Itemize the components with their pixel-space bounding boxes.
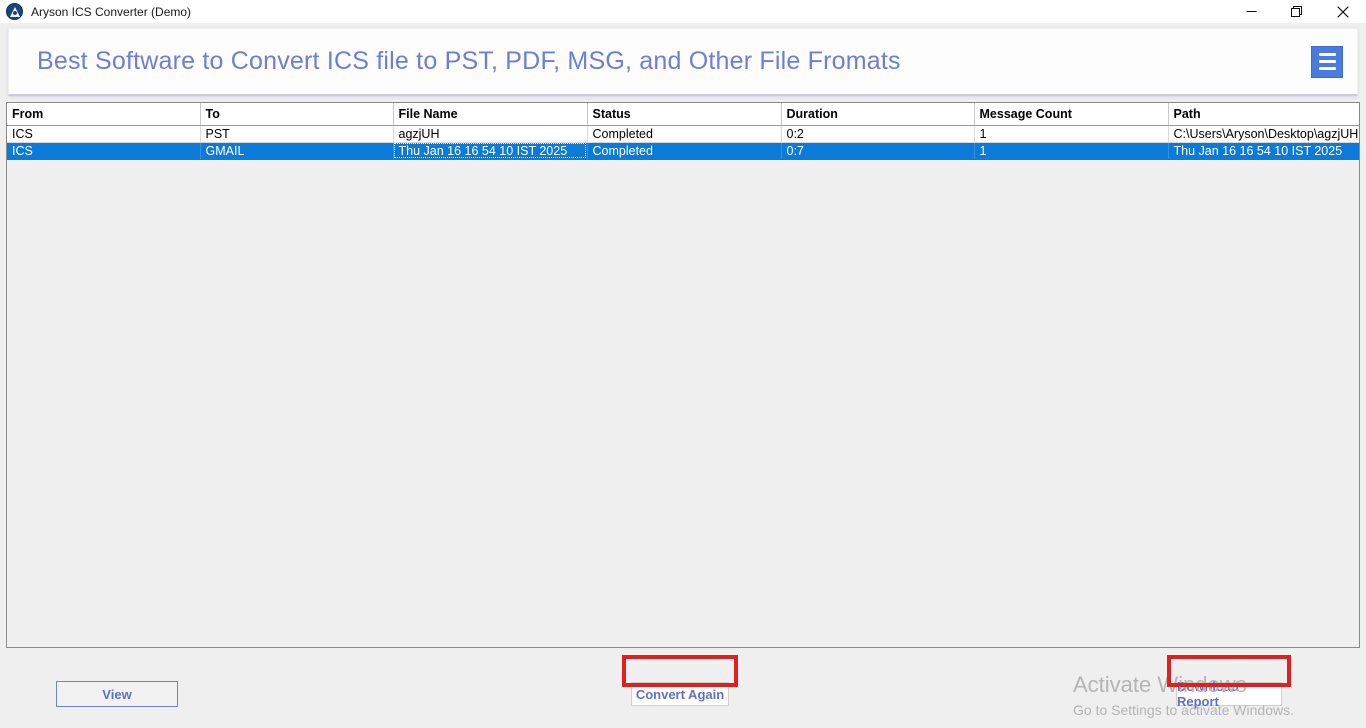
column-header-duration[interactable]: Duration bbox=[781, 103, 975, 126]
column-header-from[interactable]: From bbox=[7, 103, 201, 126]
column-header-to[interactable]: To bbox=[200, 103, 394, 126]
cell-status: Completed bbox=[587, 125, 782, 143]
window-titlebar: Aryson ICS Converter (Demo) bbox=[0, 0, 1366, 23]
cell-from: ICS bbox=[7, 142, 201, 160]
aryson-logo-icon bbox=[6, 3, 23, 20]
grid-empty-area bbox=[7, 159, 1359, 647]
cell-file-name: agzjUH bbox=[393, 125, 588, 143]
cell-path: Thu Jan 16 16 54 10 IST 2025 bbox=[1168, 142, 1359, 160]
column-header-file-name[interactable]: File Name bbox=[393, 103, 588, 126]
column-header-path[interactable]: Path bbox=[1168, 103, 1359, 126]
close-icon[interactable] bbox=[1320, 0, 1366, 23]
column-header-status[interactable]: Status bbox=[587, 103, 782, 126]
page-title: Best Software to Convert ICS file to PST… bbox=[37, 47, 901, 75]
results-table: From To File Name Status Duration Messag… bbox=[7, 103, 1359, 160]
hamburger-line bbox=[1318, 60, 1336, 63]
cell-duration: 0:2 bbox=[781, 125, 975, 143]
restore-icon[interactable] bbox=[1274, 0, 1320, 23]
cell-message-count: 1 bbox=[974, 142, 1169, 160]
titlebar-left-group: Aryson ICS Converter (Demo) bbox=[0, 3, 191, 20]
table-row[interactable]: ICS GMAIL Thu Jan 16 16 54 10 IST 2025 C… bbox=[7, 142, 1359, 160]
convert-again-button[interactable]: Convert Again bbox=[631, 682, 729, 706]
cell-status: Completed bbox=[587, 142, 782, 160]
table-header: From To File Name Status Duration Messag… bbox=[7, 103, 1359, 126]
table-row[interactable]: ICS PST agzjUH Completed 0:2 1 C:\Users\… bbox=[7, 125, 1359, 143]
hamburger-line bbox=[1318, 53, 1336, 56]
application-body: Best Software to Convert ICS file to PST… bbox=[0, 23, 1366, 728]
footer-toolbar: View Convert Again Download Report bbox=[0, 650, 1366, 728]
window-controls bbox=[1228, 0, 1366, 23]
table-body: ICS PST agzjUH Completed 0:2 1 C:\Users\… bbox=[7, 125, 1359, 160]
header-banner: Best Software to Convert ICS file to PST… bbox=[8, 28, 1358, 96]
cell-file-name: Thu Jan 16 16 54 10 IST 2025 bbox=[393, 142, 588, 160]
cell-from: ICS bbox=[7, 125, 201, 143]
cell-duration: 0:7 bbox=[781, 142, 975, 160]
cell-to: GMAIL bbox=[200, 142, 394, 160]
cell-message-count: 1 bbox=[974, 125, 1169, 143]
hamburger-line bbox=[1318, 67, 1336, 70]
cell-to: PST bbox=[200, 125, 394, 143]
minimize-icon[interactable] bbox=[1228, 0, 1274, 23]
conversion-results-grid[interactable]: From To File Name Status Duration Messag… bbox=[6, 102, 1360, 648]
download-report-button[interactable]: Download Report bbox=[1176, 679, 1282, 709]
hamburger-menu-icon[interactable] bbox=[1311, 45, 1343, 78]
view-button[interactable]: View bbox=[56, 681, 178, 707]
table-header-row: From To File Name Status Duration Messag… bbox=[7, 103, 1359, 126]
column-header-message-count[interactable]: Message Count bbox=[974, 103, 1169, 126]
window-title: Aryson ICS Converter (Demo) bbox=[31, 4, 192, 19]
cell-path: C:\Users\Aryson\Desktop\agzjUH bbox=[1168, 125, 1359, 143]
